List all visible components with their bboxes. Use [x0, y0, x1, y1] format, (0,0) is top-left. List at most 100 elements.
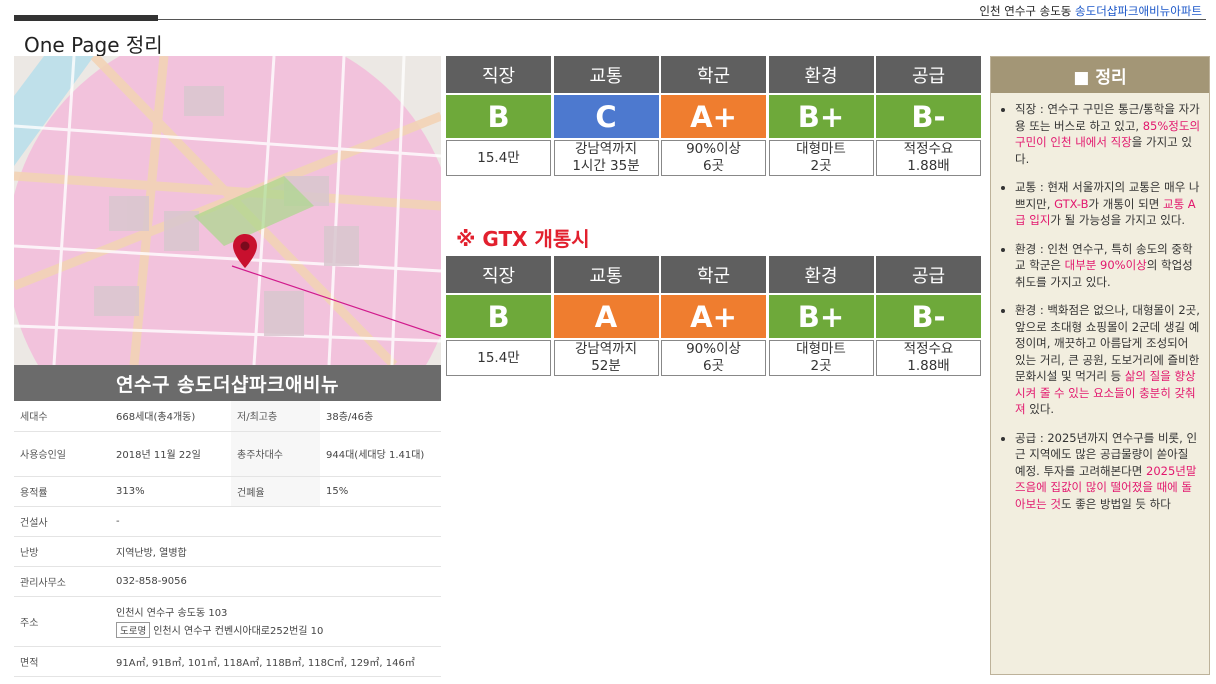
- gtx-section-title: ※ GTX 개통시: [456, 227, 590, 251]
- value-transport-line1: 강남역까지: [574, 341, 638, 357]
- table-row: 면적 91A㎡, 91B㎡, 101㎡, 118A㎡, 118B㎡, 118C㎡…: [14, 646, 441, 677]
- far-label: 용적률: [14, 476, 110, 507]
- value-supply-line1: 적정수요: [903, 141, 954, 157]
- grade-supply: B-: [876, 95, 981, 138]
- road-address: 도로명 인천시 연수구 컨벤시아대로252번길 10: [116, 622, 435, 638]
- office-value: 032-858-9056: [110, 566, 441, 597]
- summary-item-supply: 공급 : 2025년까지 연수구를 비롯, 인근 지역에도 많은 공급물량이 쏟…: [1015, 430, 1201, 513]
- summary-item-jobs: 직장 : 연수구 구민은 통근/통학을 자가용 또는 버스로 하고 있고, 85…: [1015, 101, 1201, 167]
- value-jobs-line1: 15.4만: [477, 149, 520, 166]
- area-label: 면적: [14, 646, 110, 677]
- value-environment-line2: 2곳: [810, 158, 832, 174]
- page-title: One Page 정리: [24, 33, 163, 57]
- area-value: 91A㎡, 91B㎡, 101㎡, 118A㎡, 118B㎡, 118C㎡, 1…: [110, 646, 441, 677]
- heating-label: 난방: [14, 536, 110, 567]
- value-environment: 대형마트 2곳: [768, 340, 874, 376]
- grade-supply: B-: [876, 295, 981, 338]
- summary-list: 직장 : 연수구 구민은 통근/통학을 자가용 또는 버스로 하고 있고, 85…: [991, 93, 1209, 512]
- table-row: 용적률 313% 건폐율 15%: [14, 476, 441, 507]
- road-address-value: 인천시 연수구 컨벤시아대로252번길 10: [153, 626, 324, 637]
- apartment-name-banner: 연수구 송도더샵파크애비뉴: [14, 365, 441, 401]
- table-row: 건설사 -: [14, 506, 441, 537]
- road-address-badge: 도로명: [116, 622, 151, 638]
- table-row: 사용승인일 2018년 11월 22일 총주차대수 944대(세대당 1.41대…: [14, 431, 441, 477]
- grade-header-row: 직장 교통 학군 환경 공급: [446, 256, 984, 295]
- heating-value: 지역난방, 열병합: [110, 536, 441, 567]
- grade-transport: C: [553, 95, 659, 138]
- value-transport: 강남역까지 1시간 35분: [553, 140, 659, 176]
- approval-label: 사용승인일: [14, 431, 110, 477]
- office-label: 관리사무소: [14, 566, 110, 597]
- grade-header-jobs: 직장: [446, 56, 551, 93]
- grade-header-environment: 환경: [768, 256, 874, 293]
- grade-school: A+: [661, 295, 766, 338]
- builder-value: -: [110, 506, 441, 537]
- grade-value-row: 15.4만 강남역까지 52분 90%이상 6곳 대형마트 2곳 적정수요 1.88배: [446, 340, 984, 376]
- grade-header-transport: 교통: [553, 56, 659, 93]
- parking-label: 총주차대수: [231, 431, 320, 477]
- map-graphic: [14, 56, 441, 365]
- apartment-info-table: 세대수 668세대(총4개동) 저/최고층 38층/46층 사용승인일 2018…: [14, 401, 441, 677]
- value-school: 90%이상 6곳: [661, 140, 766, 176]
- bcr-value: 15%: [320, 476, 441, 507]
- floors-value: 38층/46층: [320, 401, 441, 432]
- value-supply: 적정수요 1.88배: [876, 140, 981, 176]
- floors-label: 저/최고층: [231, 401, 320, 432]
- far-value: 313%: [110, 476, 231, 507]
- address-label: 주소: [14, 596, 110, 647]
- table-row: 관리사무소 032-858-9056: [14, 566, 441, 597]
- value-environment-line1: 대형마트: [796, 341, 846, 357]
- summary-item-transport: 교통 : 현재 서울까지의 교통은 매우 나쁘지만, GTX-B가 개통이 되면…: [1015, 179, 1201, 229]
- value-supply-line2: 1.88배: [907, 358, 950, 374]
- summary-text: 가 될 가능성을 가지고 있다.: [1050, 213, 1186, 227]
- parking-value: 944대(세대당 1.41대): [320, 431, 441, 477]
- location-pin-icon[interactable]: [233, 234, 257, 268]
- location-map[interactable]: [14, 56, 441, 365]
- grade-header-supply: 공급: [876, 256, 981, 293]
- value-supply-line1: 적정수요: [903, 341, 954, 357]
- header-accent-bar: [14, 15, 158, 21]
- summary-text: 있다.: [1025, 402, 1055, 416]
- value-transport-line1: 강남역까지: [574, 141, 638, 157]
- table-row: 세대수 668세대(총4개동) 저/최고층 38층/46층: [14, 401, 441, 432]
- value-school-line2: 6곳: [702, 158, 724, 174]
- grade-letter-row: B C A+ B+ B-: [446, 95, 984, 140]
- value-school-line1: 90%이상: [686, 141, 741, 157]
- table-row: 난방 지역난방, 열병합: [14, 536, 441, 567]
- grade-value-row: 15.4만 강남역까지 1시간 35분 90%이상 6곳 대형마트 2곳 적정수요 1.…: [446, 140, 984, 176]
- header-rule: [158, 19, 1206, 20]
- value-jobs: 15.4만: [446, 140, 551, 176]
- value-school-line2: 6곳: [702, 358, 724, 374]
- grade-header-supply: 공급: [876, 56, 981, 93]
- grade-environment: B+: [768, 95, 874, 138]
- approval-value: 2018년 11월 22일: [110, 431, 231, 477]
- grade-header-jobs: 직장: [446, 256, 551, 293]
- summary-panel: ■ 정리 직장 : 연수구 구민은 통근/통학을 자가용 또는 버스로 하고 있…: [990, 56, 1210, 675]
- grade-transport: A: [553, 295, 659, 338]
- households-value: 668세대(총4개동): [110, 401, 231, 432]
- summary-highlight: 대부분 90%이상: [1064, 258, 1147, 272]
- summary-item-environment: 환경 : 백화점은 없으나, 대형몰이 2곳, 앞으로 초대형 쇼핑몰이 2군데…: [1015, 302, 1201, 418]
- value-jobs-line1: 15.4만: [477, 349, 520, 366]
- grade-letter-row: B A A+ B+ B-: [446, 295, 984, 340]
- summary-item-school: 환경 : 인천 연수구, 특히 송도의 중학교 학군은 대부분 90%이상의 학…: [1015, 241, 1201, 291]
- value-transport-line2: 52분: [591, 358, 621, 374]
- address-cell: 인천시 연수구 송도동 103 도로명 인천시 연수구 컨벤시아대로252번길 1…: [110, 596, 441, 647]
- value-environment-line2: 2곳: [810, 358, 832, 374]
- value-school-line1: 90%이상: [686, 341, 741, 357]
- table-row: 주소 인천시 연수구 송도동 103 도로명 인천시 연수구 컨벤시아대로252번…: [14, 596, 441, 647]
- bcr-label: 건폐율: [231, 476, 320, 507]
- grade-school: A+: [661, 95, 766, 138]
- summary-highlight: GTX-B: [1054, 196, 1089, 211]
- value-supply: 적정수요 1.88배: [876, 340, 981, 376]
- households-label: 세대수: [14, 401, 110, 432]
- grade-grid-gtx: 직장 교통 학군 환경 공급 B A A+ B+ B- 15.4만 강남역까지 5…: [446, 256, 984, 376]
- summary-text: 가 개통이 되면: [1088, 196, 1163, 211]
- value-transport: 강남역까지 52분: [553, 340, 659, 376]
- value-environment: 대형마트 2곳: [768, 140, 874, 176]
- summary-text: 도 좋은 방법일 듯 하다: [1060, 496, 1171, 511]
- value-transport-line2: 1시간 35분: [572, 158, 640, 174]
- value-jobs: 15.4만: [446, 340, 551, 376]
- value-supply-line2: 1.88배: [907, 158, 950, 174]
- grade-grid-current: 직장 교통 학군 환경 공급 B C A+ B+ B- 15.4만 강남역까지 1…: [446, 56, 984, 176]
